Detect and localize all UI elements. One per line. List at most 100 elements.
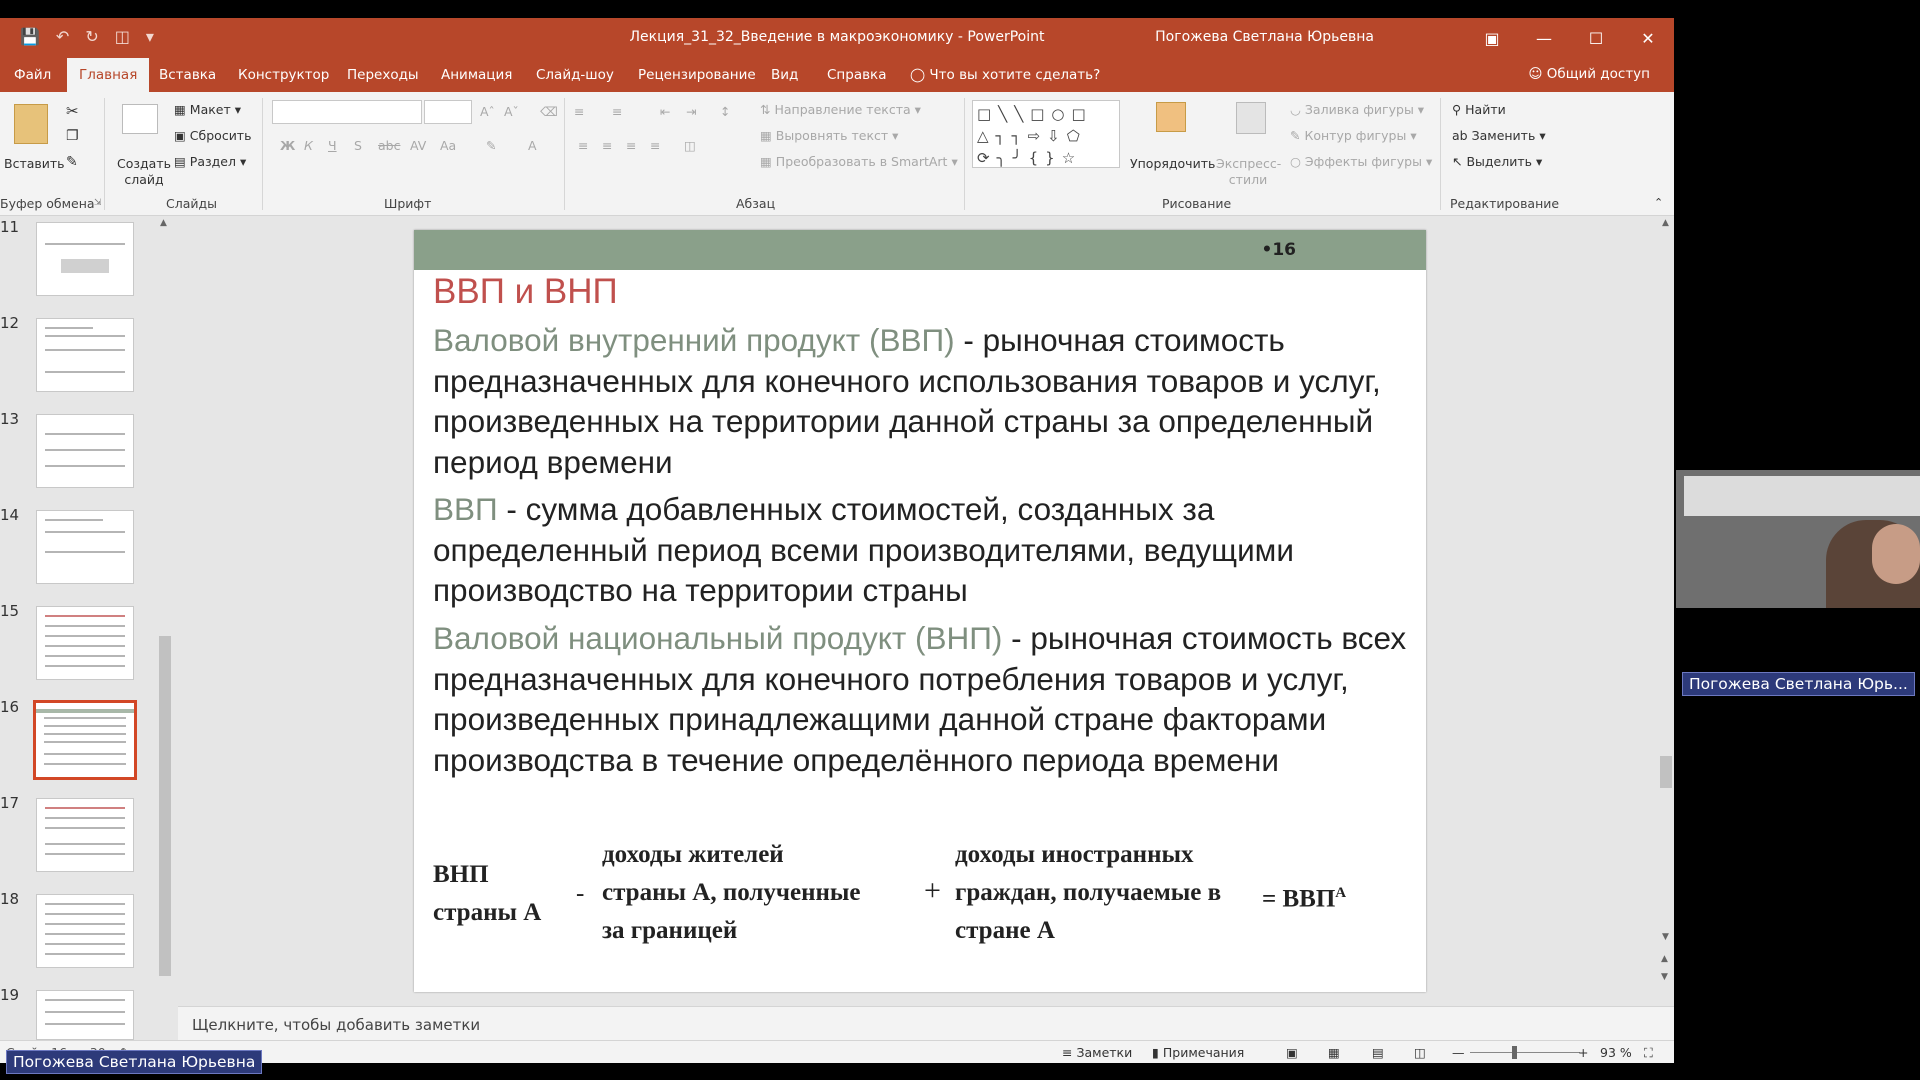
tab-design[interactable]: Конструктор [226, 58, 341, 92]
tab-slideshow[interactable]: Слайд-шоу [524, 58, 626, 92]
paste-button[interactable]: Вставить [4, 156, 65, 171]
close-icon[interactable]: ✕ [1622, 18, 1674, 58]
paste-icon[interactable] [14, 104, 48, 144]
paragraph-gdp-value-added[interactable]: ВВП - сумма добавленных стоимостей, созд… [433, 489, 1413, 611]
account-name[interactable]: Погожева Светлана Юрьевна [1155, 29, 1374, 45]
layout-button[interactable]: ▦ Макет ▾ [174, 102, 241, 117]
underline-icon[interactable]: Ч [328, 138, 337, 153]
italic-icon[interactable]: К [304, 138, 313, 153]
slide-canvas[interactable]: •16 ВВП и ВНП Валовой внутренний продукт… [414, 230, 1426, 992]
new-slide-button[interactable]: Создать слайд [116, 156, 172, 188]
slide-thumbnail[interactable] [36, 510, 134, 584]
reading-view-icon[interactable]: ▤ [1372, 1045, 1384, 1060]
slide-scrollbar[interactable]: ▲ ▼ ▲ ▼ [1658, 216, 1674, 1006]
scroll-up-icon[interactable]: ▲ [160, 218, 167, 228]
arrange-button[interactable]: Упорядочить [1130, 156, 1215, 171]
increase-indent-icon[interactable]: ⇥ [686, 104, 696, 119]
slide-thumbnail[interactable] [36, 606, 134, 680]
font-name-input[interactable] [272, 100, 422, 124]
find-button[interactable]: ⚲ Найти [1452, 102, 1506, 117]
slide-sorter-icon[interactable]: ▦ [1328, 1045, 1340, 1060]
scrollbar-thumb[interactable] [159, 636, 171, 976]
clear-formatting-icon[interactable]: ⌫ [540, 104, 558, 119]
font-size-input[interactable] [424, 100, 472, 124]
participant-video[interactable] [1676, 470, 1920, 608]
slideshow-view-icon[interactable]: ◫ [1414, 1045, 1426, 1060]
paragraph-gdp-definition[interactable]: Валовой внутренний продукт (ВВП) - рыноч… [433, 320, 1413, 482]
slide-thumbnail[interactable] [36, 894, 134, 968]
align-center-icon[interactable]: ≡ [602, 138, 612, 153]
highlight-icon[interactable]: ✎ [486, 138, 496, 153]
shape-effects-button[interactable]: ○ Эффекты фигуры ▾ [1290, 154, 1432, 169]
section-button[interactable]: ▤ Раздел ▾ [174, 154, 246, 169]
align-left-icon[interactable]: ≡ [578, 138, 588, 153]
slide-thumbnail[interactable] [36, 798, 134, 872]
strikethrough-icon[interactable]: abc [378, 138, 400, 153]
tab-transitions[interactable]: Переходы [335, 58, 431, 92]
tab-review[interactable]: Рецензирование [626, 58, 768, 92]
increase-font-icon[interactable]: Aˆ [480, 104, 495, 119]
previous-slide-icon[interactable]: ▲ [1661, 954, 1668, 964]
tab-animations[interactable]: Анимация [429, 58, 524, 92]
tab-home[interactable]: Главная [67, 58, 150, 92]
zoom-in-icon[interactable]: + [1578, 1045, 1588, 1060]
bold-icon[interactable]: Ж [280, 138, 295, 153]
thumbnails-scrollbar[interactable]: ▲ ▼ [157, 216, 173, 1054]
comments-toggle-button[interactable]: ▮ Примечания [1152, 1045, 1244, 1060]
replace-button[interactable]: ab Заменить ▾ [1452, 128, 1546, 143]
collapse-ribbon-icon[interactable]: ⌃ [1654, 196, 1663, 209]
tab-insert[interactable]: Вставка [147, 58, 228, 92]
ribbon-display-options-icon[interactable]: ▣ [1466, 18, 1518, 58]
tab-file[interactable]: Файл [2, 58, 63, 92]
next-slide-icon[interactable]: ▼ [1661, 972, 1668, 982]
arrange-icon[interactable] [1156, 102, 1186, 132]
slide-thumbnail[interactable] [36, 222, 134, 296]
char-spacing-icon[interactable]: AV [410, 138, 426, 153]
paragraph-gnp-definition[interactable]: Валовой национальный продукт (ВНП) - рын… [433, 618, 1413, 780]
line-spacing-icon[interactable]: ↕ [720, 104, 730, 119]
slide-thumbnail[interactable] [36, 414, 134, 488]
select-button[interactable]: ↖ Выделить ▾ [1452, 154, 1542, 169]
scroll-up-icon[interactable]: ▲ [1662, 218, 1669, 228]
zoom-out-icon[interactable]: — [1452, 1045, 1465, 1060]
slide-title[interactable]: ВВП и ВНП [433, 272, 618, 312]
cut-icon[interactable]: ✂ [66, 102, 79, 120]
zoom-level[interactable]: 93 % [1600, 1045, 1632, 1060]
columns-icon[interactable]: ◫ [684, 138, 696, 153]
smartart-button[interactable]: ▦ Преобразовать в SmartArt ▾ [760, 154, 958, 169]
scroll-down-icon[interactable]: ▼ [1662, 932, 1669, 942]
decrease-indent-icon[interactable]: ⇤ [660, 104, 670, 119]
text-direction-button[interactable]: ⇅ Направление текста ▾ [760, 102, 921, 117]
notes-pane[interactable]: Щелкните, чтобы добавить заметки [178, 1006, 1674, 1040]
slide-thumbnail[interactable] [36, 318, 134, 392]
reset-button[interactable]: ▣ Сбросить [174, 128, 251, 143]
shapes-gallery[interactable]: □╲╲□○□ △┐┐⇨⇩⬠ ⟳╮╯{}☆ [972, 100, 1120, 168]
shadow-icon[interactable]: S [354, 138, 362, 153]
zoom-slider-thumb[interactable] [1512, 1046, 1517, 1059]
align-text-button[interactable]: ▦ Выровнять текст ▾ [760, 128, 898, 143]
slide-thumbnail-selected[interactable] [33, 700, 137, 780]
scrollbar-thumb[interactable] [1660, 756, 1672, 788]
quick-styles-icon[interactable] [1236, 102, 1266, 134]
minimize-icon[interactable]: — [1518, 18, 1570, 58]
tab-help[interactable]: Справка [815, 58, 898, 92]
quick-styles-button[interactable]: Экспресс-стили [1216, 156, 1281, 188]
shape-fill-button[interactable]: ◡ Заливка фигуры ▾ [1290, 102, 1424, 117]
slide-thumbnail[interactable] [36, 990, 134, 1040]
maximize-icon[interactable]: ☐ [1570, 18, 1622, 58]
notes-toggle-button[interactable]: ≡ Заметки [1062, 1045, 1132, 1060]
change-case-icon[interactable]: Aa [440, 138, 456, 153]
justify-icon[interactable]: ≡ [650, 138, 660, 153]
fit-to-window-icon[interactable]: ⛶ [1644, 1045, 1653, 1061]
copy-icon[interactable]: ❐ [66, 128, 79, 144]
font-color-icon[interactable]: A [528, 138, 537, 153]
tab-view[interactable]: Вид [759, 58, 810, 92]
tell-me-box[interactable]: ◯ Что вы хотите сделать? [898, 58, 1112, 92]
normal-view-icon[interactable]: ▣ [1286, 1045, 1298, 1060]
format-painter-icon[interactable]: ✎ [66, 154, 78, 170]
numbering-icon[interactable]: ≡ [612, 104, 622, 119]
align-right-icon[interactable]: ≡ [626, 138, 636, 153]
decrease-font-icon[interactable]: Aˇ [504, 104, 519, 119]
shape-outline-button[interactable]: ✎ Контур фигуры ▾ [1290, 128, 1417, 143]
zoom-slider[interactable] [1470, 1052, 1580, 1053]
